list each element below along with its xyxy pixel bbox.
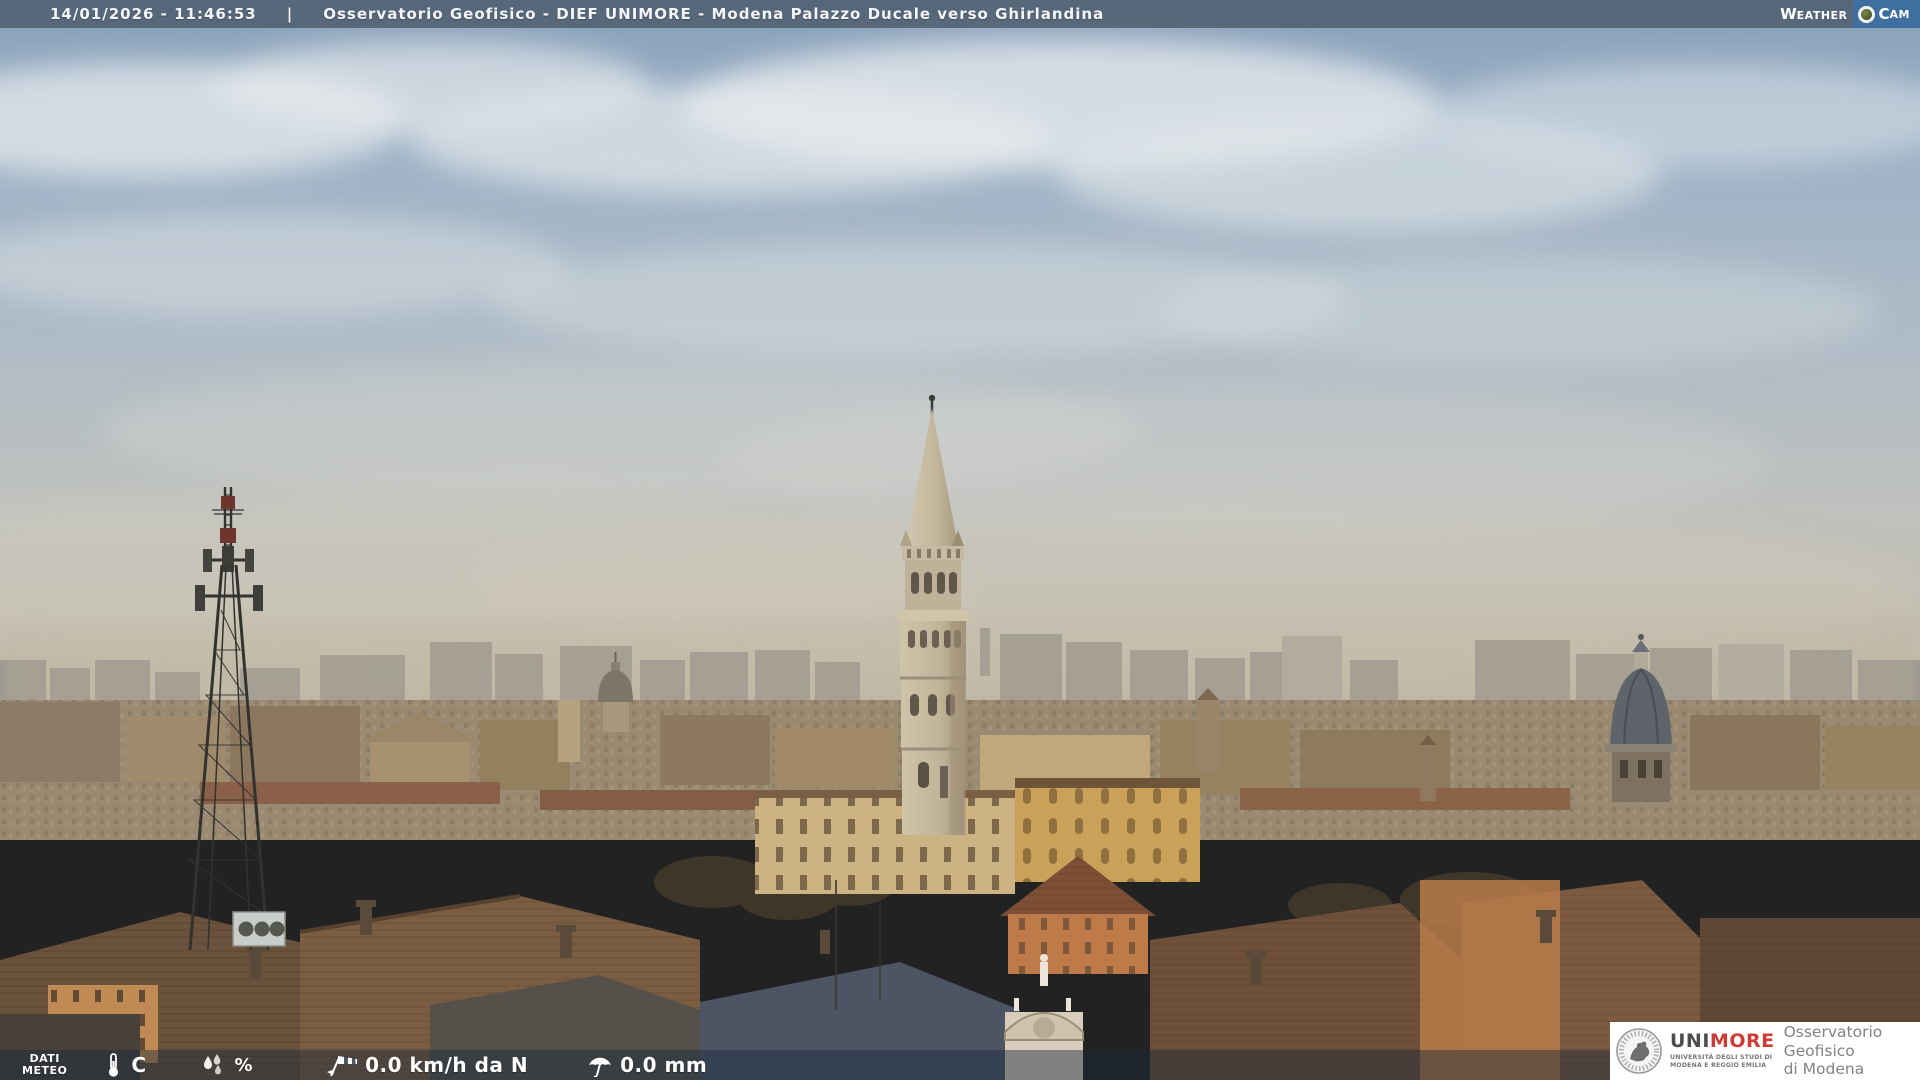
cityscape-photo [0,0,1920,1080]
unimore-branding[interactable]: UNIMORE UNIVERSITÀ DEGLI STUDI DI MODENA… [1610,1022,1920,1080]
weathercam-cam-patch: C AM [1852,0,1920,28]
unimore-seal-icon [1616,1028,1662,1074]
rain-value: 0.0 mm [620,1053,708,1077]
temperature-value: C [131,1053,147,1077]
thermometer-icon [105,1052,121,1078]
weathercam-wordmark-weather: W EATHER [1780,5,1848,23]
top-info-bar: 14/01/2026 - 11:46:53 | Osservatorio Geo… [0,0,1920,28]
page-title: Osservatorio Geofisico - DIEF UNIMORE - … [323,5,1105,23]
dati-meteo-label: DATI METEO [22,1052,68,1077]
weathercam-lens-icon [1857,5,1875,23]
weathercam-logo[interactable]: W EATHER C AM [1780,0,1920,28]
umbrella-icon [586,1053,614,1077]
observatory-name: Osservatorio Geofisico di Modena [1783,1023,1883,1079]
unimore-wordmark: UNIMORE UNIVERSITÀ DEGLI STUDI DI MODENA… [1670,1030,1775,1069]
humidity-value: % [234,1054,254,1076]
windsock-icon [325,1052,359,1078]
wind-value: 0.0 km/h da N [365,1053,529,1077]
separator: | [286,5,294,23]
drops-icon [199,1053,227,1077]
webcam-page: 14/01/2026 - 11:46:53 | Osservatorio Geo… [0,0,1920,1080]
timestamp: 14/01/2026 - 11:46:53 [50,5,257,23]
